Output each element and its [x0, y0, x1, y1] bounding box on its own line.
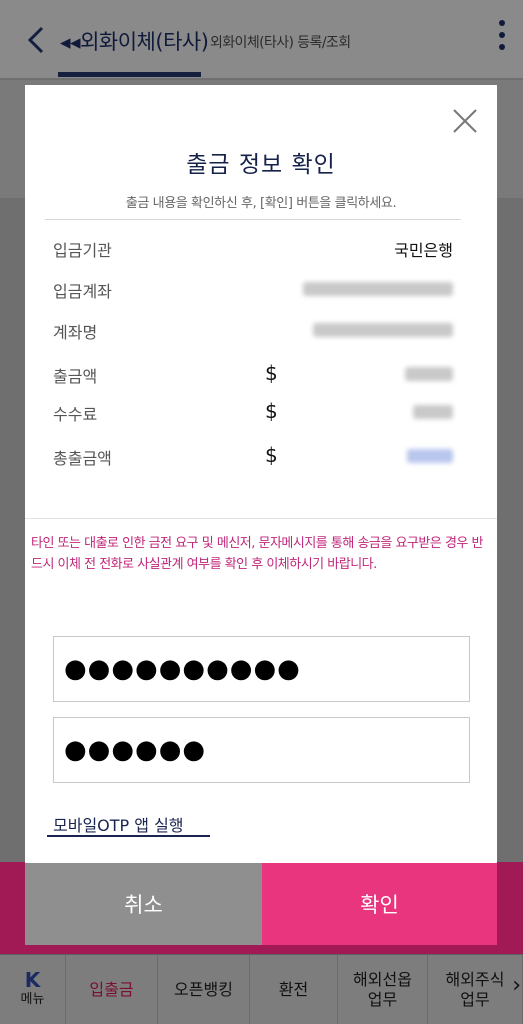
bottom-tab-bar: K 메뉴 입출금 오픈뱅킹 환전 해외선옵 업무 해외주식 업무 › [0, 954, 523, 1024]
close-icon[interactable] [451, 107, 479, 135]
info-row-total: 총출금액 $ [53, 443, 453, 471]
dialog-title: 출금 정보 확인 [186, 152, 336, 178]
tab-register-inquiry[interactable]: 외화이체(타사) 등록/조회 [210, 32, 351, 52]
masked-fee [413, 405, 453, 419]
cancel-button[interactable]: 취소 [25, 863, 262, 945]
info-row-account-name: 계좌명 [53, 319, 453, 345]
password-field[interactable] [53, 636, 470, 702]
back-arrow-icon[interactable] [22, 22, 52, 58]
divider [45, 219, 461, 220]
fraud-warning-text: 타인 또는 대출로 인한 금전 요구 및 메신저, 문자메시지를 통해 송금을 … [31, 536, 483, 572]
menu-button[interactable]: K 메뉴 [0, 955, 66, 1024]
info-row-amount: 출금액 $ [53, 361, 453, 389]
row-label: 입금계좌 [53, 282, 112, 301]
row-label: 계좌명 [53, 323, 98, 342]
active-tab-underline [58, 72, 201, 77]
kb-logo-icon: K [24, 968, 41, 992]
chevron-right-icon[interactable]: › [512, 973, 521, 998]
dialog-subtitle: 출금 내용을 확인하신 후, [확인] 버튼을 클릭하세요. [125, 196, 397, 211]
row-label: 수수료 [53, 405, 98, 424]
tab-exchange[interactable]: 환전 [250, 955, 338, 1024]
info-row-fee: 수수료 $ [53, 399, 453, 427]
otp-field[interactable] [53, 717, 470, 783]
double-chevron-icon: ◂◂ [60, 30, 81, 54]
app-header: ◂◂외화이체(타사) 외화이체(타사) 등록/조회 [0, 0, 523, 78]
row-label: 출금액 [53, 367, 98, 386]
masked-total [407, 449, 453, 463]
info-row-account: 입금계좌 [53, 278, 453, 304]
tab-deposit-withdrawal[interactable]: 입출금 [66, 955, 158, 1024]
page-title[interactable]: ◂◂외화이체(타사) [60, 26, 209, 56]
row-label: 입금기관 [53, 241, 112, 260]
password-input[interactable] [54, 637, 469, 701]
row-label: 총출금액 [53, 449, 112, 468]
link-underline [47, 835, 210, 837]
dollar-sign: $ [265, 443, 278, 467]
masked-account-name [313, 323, 453, 337]
menu-label: 메뉴 [20, 992, 45, 1007]
confirm-button[interactable]: 확인 [262, 863, 497, 945]
dollar-sign: $ [265, 399, 278, 423]
info-row-bank: 입금기관 국민은행 [53, 237, 453, 263]
divider [25, 518, 497, 519]
tab-overseas-stocks[interactable]: 해외주식 업무 [428, 955, 523, 1024]
dollar-sign: $ [265, 361, 278, 385]
mobile-otp-link[interactable]: 모바일OTP 앱 실행 [53, 812, 184, 836]
masked-account-number [303, 282, 453, 296]
tab-open-banking[interactable]: 오픈뱅킹 [158, 955, 250, 1024]
more-vertical-icon[interactable] [492, 20, 512, 60]
otp-input[interactable] [54, 718, 469, 782]
masked-amount [405, 367, 453, 381]
tab-overseas-futures[interactable]: 해외선옵 업무 [338, 955, 428, 1024]
withdrawal-confirm-dialog: 출금 정보 확인 출금 내용을 확인하신 후, [확인] 버튼을 클릭하세요. … [25, 85, 497, 945]
bank-name-value: 국민은행 [394, 241, 453, 260]
